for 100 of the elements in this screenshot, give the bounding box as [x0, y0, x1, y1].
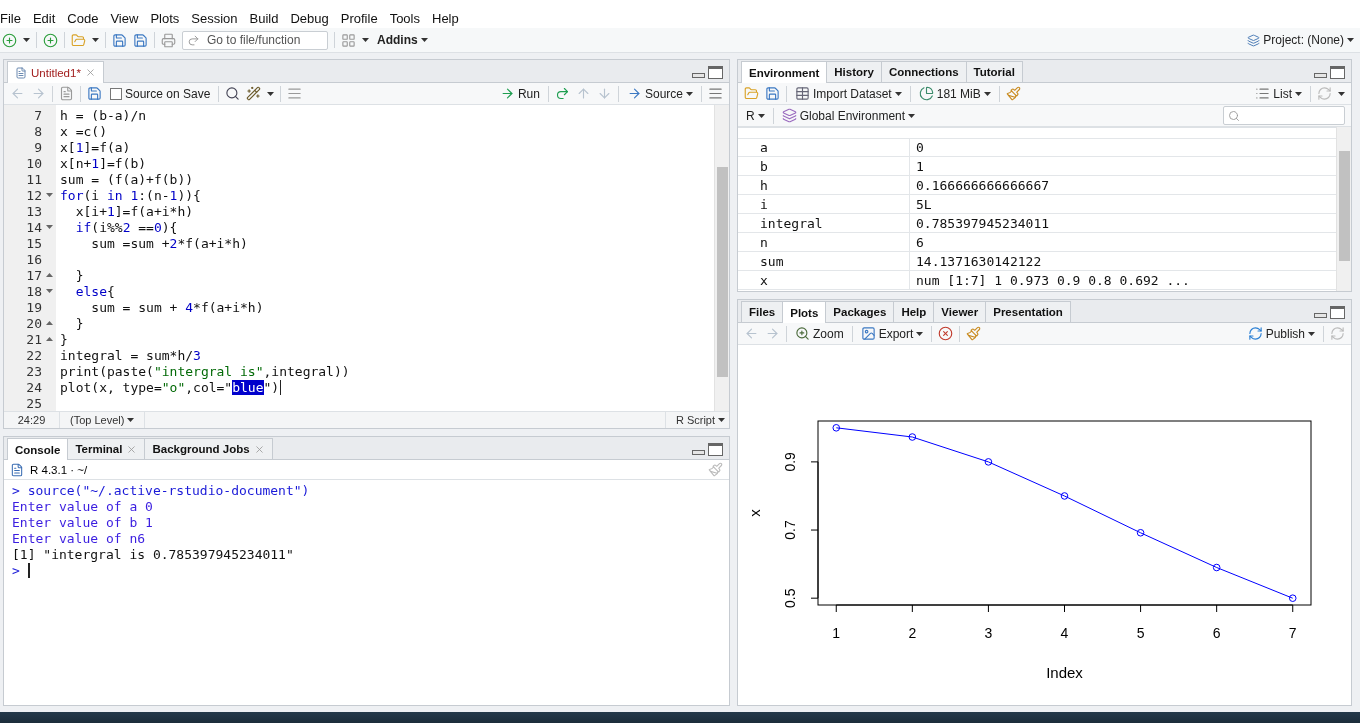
close-icon[interactable] [253, 443, 265, 455]
wand-icon[interactable] [246, 86, 262, 101]
code-line: x[i+1]=f(a+i*h) [74, 203, 194, 219]
scope-selector[interactable]: (Top Level) [70, 414, 125, 426]
fold-icon[interactable] [45, 225, 53, 229]
minimize-icon[interactable] [1314, 313, 1327, 318]
tab[interactable]: Environment [741, 61, 828, 83]
minimize-icon[interactable] [1314, 73, 1327, 78]
clear-console-icon[interactable] [708, 462, 723, 477]
fold-icon[interactable] [45, 337, 53, 341]
refresh-icon[interactable] [1330, 326, 1345, 341]
up-icon[interactable] [575, 86, 591, 101]
menu-item[interactable]: Debug [284, 10, 335, 26]
tab[interactable]: Help [893, 301, 935, 322]
scrollbar[interactable] [1336, 127, 1351, 291]
minimize-icon[interactable] [692, 450, 705, 455]
source-on-save-checkbox[interactable]: Source on Save [108, 83, 213, 104]
menu-item[interactable]: View [104, 10, 145, 26]
forward-icon[interactable] [765, 326, 780, 341]
maximize-icon[interactable] [708, 66, 723, 79]
save-icon[interactable] [87, 86, 102, 101]
menu-item[interactable]: Build [243, 10, 285, 26]
fold-icon[interactable] [45, 273, 53, 277]
file-type-selector[interactable]: R Script [675, 414, 715, 426]
fold-icon[interactable] [45, 289, 53, 293]
menu-item[interactable]: Tools [383, 10, 426, 26]
variable-value: 0 [915, 139, 925, 156]
fold-icon[interactable] [45, 193, 53, 197]
broom-icon[interactable] [1005, 86, 1021, 101]
tab[interactable]: Viewer [933, 301, 987, 322]
environment-selector[interactable]: Global Environment [779, 105, 918, 126]
publish-button[interactable]: Publish [1245, 323, 1317, 344]
go-to-field[interactable]: Go to file/function [182, 30, 328, 50]
new-file-icon[interactable] [2, 32, 17, 48]
variable-value: 5L [915, 195, 933, 213]
zoom-button[interactable]: Zoom [793, 323, 846, 344]
code-line: x[n+1]=f(b) [60, 155, 147, 171]
search-icon[interactable] [225, 86, 241, 101]
close-icon[interactable] [126, 443, 138, 455]
tab[interactable]: Packages [825, 301, 895, 322]
rerun-icon[interactable] [554, 86, 570, 101]
grid-icon[interactable] [341, 32, 356, 48]
view-mode-button[interactable]: List [1253, 83, 1304, 104]
tab[interactable]: Files [741, 301, 784, 322]
import-dataset-button[interactable]: Import Dataset [793, 83, 904, 104]
menu-item[interactable]: File [0, 10, 27, 26]
addins-button[interactable]: Addins [375, 30, 430, 50]
tab[interactable]: Untitled1* [7, 61, 104, 83]
menu-item[interactable]: Plots [144, 10, 186, 26]
fold-icon[interactable] [45, 321, 53, 325]
save-icon[interactable] [112, 32, 127, 48]
open-folder-icon[interactable] [71, 32, 86, 48]
project-button[interactable]: Project: (None) [1245, 30, 1356, 50]
tab[interactable]: Background Jobs [144, 438, 273, 459]
tab[interactable]: Terminal [67, 438, 146, 459]
code-line: x =c() [60, 123, 107, 139]
outline-icon[interactable] [287, 86, 303, 101]
source-button[interactable]: Source [624, 83, 695, 104]
remove-plot-icon[interactable] [938, 326, 954, 341]
checkbox[interactable] [110, 87, 122, 100]
tab[interactable]: Connections [880, 61, 967, 82]
open-folder-icon[interactable] [744, 86, 759, 101]
caret-icon [362, 38, 369, 42]
maximize-icon[interactable] [1330, 66, 1345, 79]
menu-item[interactable]: Code [61, 10, 105, 26]
menu-item[interactable]: Edit [26, 10, 62, 26]
tab[interactable]: Console [7, 438, 69, 460]
tab[interactable]: Presentation [985, 301, 1071, 322]
new-project-icon[interactable] [43, 32, 58, 48]
save-all-icon[interactable] [133, 32, 148, 48]
export-button[interactable]: Export [858, 323, 926, 344]
maximize-icon[interactable] [1330, 306, 1345, 319]
forward-icon[interactable] [31, 86, 46, 101]
back-icon[interactable] [10, 86, 25, 101]
run-button[interactable]: Run [497, 83, 542, 104]
variable-value: 6 [915, 233, 925, 251]
memory-usage-button[interactable]: 181 MiB [916, 83, 993, 104]
menu-item[interactable]: Session [185, 10, 244, 26]
back-icon[interactable] [744, 326, 759, 341]
show-in-window-icon[interactable] [59, 86, 74, 101]
language-selector[interactable]: R [744, 105, 767, 126]
tab[interactable]: History [826, 61, 882, 82]
scrollbar[interactable] [714, 105, 729, 411]
menu-icon[interactable] [708, 86, 723, 101]
minimize-icon[interactable] [692, 73, 705, 78]
tab[interactable]: Tutorial [965, 61, 1023, 82]
search-field[interactable] [1223, 106, 1345, 125]
variable-name: h [738, 176, 910, 194]
broom-icon[interactable] [966, 326, 982, 341]
console-line: Enter value of n6 [12, 530, 146, 546]
close-icon[interactable] [84, 67, 96, 78]
tab[interactable]: Plots [782, 301, 827, 323]
save-icon[interactable] [765, 86, 780, 101]
print-icon[interactable] [161, 32, 176, 48]
maximize-icon[interactable] [708, 443, 723, 456]
line-number: 17 [25, 267, 42, 283]
refresh-icon[interactable] [1317, 86, 1332, 101]
menu-item[interactable]: Profile [334, 10, 384, 26]
down-icon[interactable] [596, 86, 612, 101]
menu-item[interactable]: Help [426, 10, 465, 26]
